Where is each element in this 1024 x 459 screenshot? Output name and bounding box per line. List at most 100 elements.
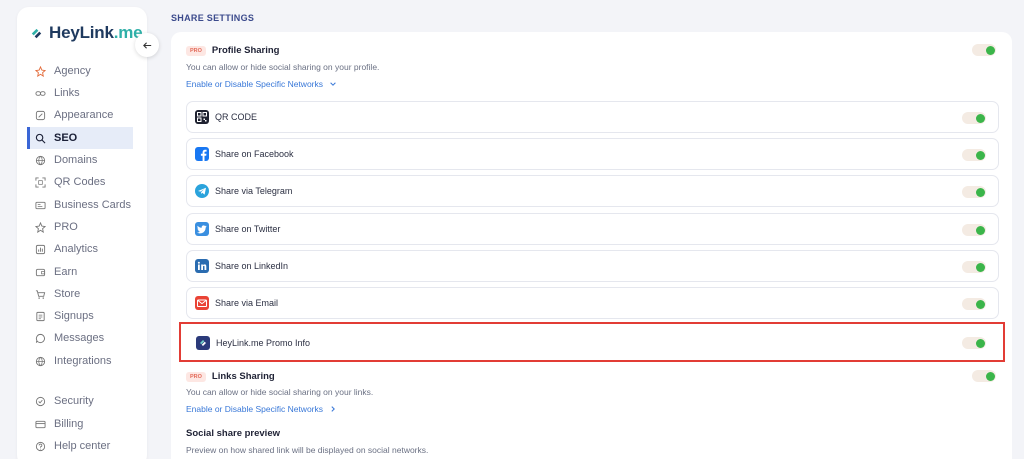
integrations-icon [35, 356, 46, 367]
sidebar: HeyLink.me Agency Links Appearance SEO D… [17, 7, 147, 459]
sidebar-item-label: Analytics [54, 243, 99, 255]
links-icon [35, 88, 46, 99]
heylink-logo-icon [31, 28, 42, 38]
store-icon [35, 289, 46, 300]
network-label: Share on Facebook [215, 149, 294, 159]
qr-icon [35, 176, 46, 188]
social-preview-title: Social share preview [186, 428, 280, 439]
chevron-down-icon [330, 82, 336, 86]
pro-icon [35, 221, 46, 233]
sidebar-item-label: QR Codes [54, 176, 106, 188]
sidebar-item-agency[interactable]: Agency [27, 60, 133, 82]
sidebar-item-domains[interactable]: Domains [27, 149, 133, 171]
appearance-icon [35, 110, 46, 121]
sidebar-item-qr-codes[interactable]: QR Codes [27, 171, 133, 193]
network-row-heylink-promo: HeyLink.me Promo Info [179, 322, 1005, 362]
links-sharing-title: PRO Links Sharing [186, 371, 275, 382]
network-label: QR CODE [215, 112, 258, 122]
profile-networks-link[interactable]: Enable or Disable Specific Networks [186, 79, 337, 89]
network-row-email: Share via Email [186, 287, 999, 319]
chevron-right-icon [331, 406, 335, 412]
qr-code-icon [195, 110, 209, 124]
telegram-icon [195, 184, 209, 198]
network-label: Share on Twitter [215, 224, 281, 234]
agency-icon [35, 65, 46, 77]
sidebar-item-label: Earn [54, 266, 78, 278]
linkedin-icon [195, 259, 209, 273]
section-title: SHARE SETTINGS [171, 13, 255, 23]
sidebar-item-label: Integrations [54, 355, 112, 367]
sidebar-item-label: Agency [54, 65, 91, 77]
domains-icon [35, 155, 46, 166]
sidebar-item-label: Appearance [54, 109, 114, 121]
sidebar-item-help-center[interactable]: Help center [27, 435, 133, 457]
sidebar-item-links[interactable]: Links [27, 82, 133, 104]
links-sharing-description: You can allow or hide social sharing on … [186, 387, 374, 397]
network-label: HeyLink.me Promo Info [216, 338, 311, 348]
pro-badge: PRO [186, 371, 206, 382]
analytics-icon [35, 244, 46, 255]
network-label: Share via Email [215, 298, 279, 308]
email-toggle[interactable] [962, 298, 986, 310]
sidebar-item-label: Security [54, 395, 94, 407]
sidebar-item-label: Domains [54, 154, 98, 166]
signups-icon [35, 311, 46, 322]
network-label: Share via Telegram [215, 186, 293, 196]
email-icon [195, 296, 209, 310]
network-label: Share on LinkedIn [215, 261, 289, 271]
sidebar-item-earn[interactable]: Earn [27, 261, 133, 283]
brand-logo[interactable]: HeyLink.me [29, 23, 143, 43]
security-icon [35, 396, 46, 407]
sidebar-item-label: Business Cards [54, 199, 132, 211]
sidebar-item-billing[interactable]: Billing [27, 413, 133, 435]
telegram-toggle[interactable] [962, 186, 986, 198]
heylink-promo-toggle[interactable] [962, 337, 986, 349]
billing-icon [35, 419, 46, 430]
sidebar-item-appearance[interactable]: Appearance [27, 104, 133, 126]
sidebar-item-store[interactable]: Store [27, 283, 133, 305]
twitter-toggle[interactable] [962, 224, 986, 236]
facebook-toggle[interactable] [962, 149, 986, 161]
linkedin-toggle[interactable] [962, 261, 986, 273]
sidebar-item-label: Signups [54, 310, 94, 322]
collapse-sidebar-button[interactable] [135, 33, 159, 57]
main-content: SHARE SETTINGS PRO Profile Sharing You c… [168, 0, 1012, 459]
sidebar-item-label: Messages [54, 332, 105, 344]
sidebar-item-label: Billing [54, 418, 84, 430]
social-preview-description: Preview on how shared link will be displ… [186, 445, 429, 455]
sidebar-item-analytics[interactable]: Analytics [27, 238, 133, 260]
sidebar-item-messages[interactable]: Messages [27, 327, 133, 349]
sidebar-item-label: Store [54, 288, 81, 300]
qr-code-toggle[interactable] [962, 112, 986, 124]
network-row-twitter: Share on Twitter [186, 213, 999, 245]
seo-icon [35, 133, 46, 144]
earn-icon [35, 267, 46, 278]
profile-sharing-title: PRO Profile Sharing [186, 45, 280, 56]
sidebar-item-label: Links [54, 87, 80, 99]
network-row-facebook: Share on Facebook [186, 138, 999, 170]
help-icon [35, 441, 46, 452]
sidebar-item-pro[interactable]: PRO [27, 216, 133, 238]
profile-sharing-description: You can allow or hide social sharing on … [186, 62, 380, 72]
sidebar-item-label: SEO [54, 132, 78, 144]
sidebar-item-signups[interactable]: Signups [27, 305, 133, 327]
network-row-telegram: Share via Telegram [186, 175, 999, 207]
links-sharing-toggle[interactable] [972, 370, 996, 382]
network-row-linkedin: Share on LinkedIn [186, 250, 999, 282]
links-networks-link[interactable]: Enable or Disable Specific Networks [186, 404, 337, 414]
business-card-icon [35, 200, 46, 211]
sidebar-item-seo[interactable]: SEO [27, 127, 133, 149]
network-row-qr-code: QR CODE [186, 101, 999, 133]
heylink-icon [196, 336, 210, 350]
share-settings-panel: PRO Profile Sharing You can allow or hid… [171, 32, 1012, 459]
sidebar-item-business-cards[interactable]: Business Cards [27, 194, 133, 216]
sidebar-item-security[interactable]: Security [27, 390, 133, 412]
sidebar-item-label: Help center [54, 440, 111, 452]
sidebar-item-integrations[interactable]: Integrations [27, 350, 133, 372]
arrow-left-icon [142, 41, 151, 49]
facebook-icon [195, 147, 209, 161]
brand-name: HeyLink.me [49, 23, 143, 42]
messages-icon [35, 333, 46, 344]
sidebar-item-label: PRO [54, 221, 78, 233]
profile-sharing-toggle[interactable] [972, 44, 996, 56]
